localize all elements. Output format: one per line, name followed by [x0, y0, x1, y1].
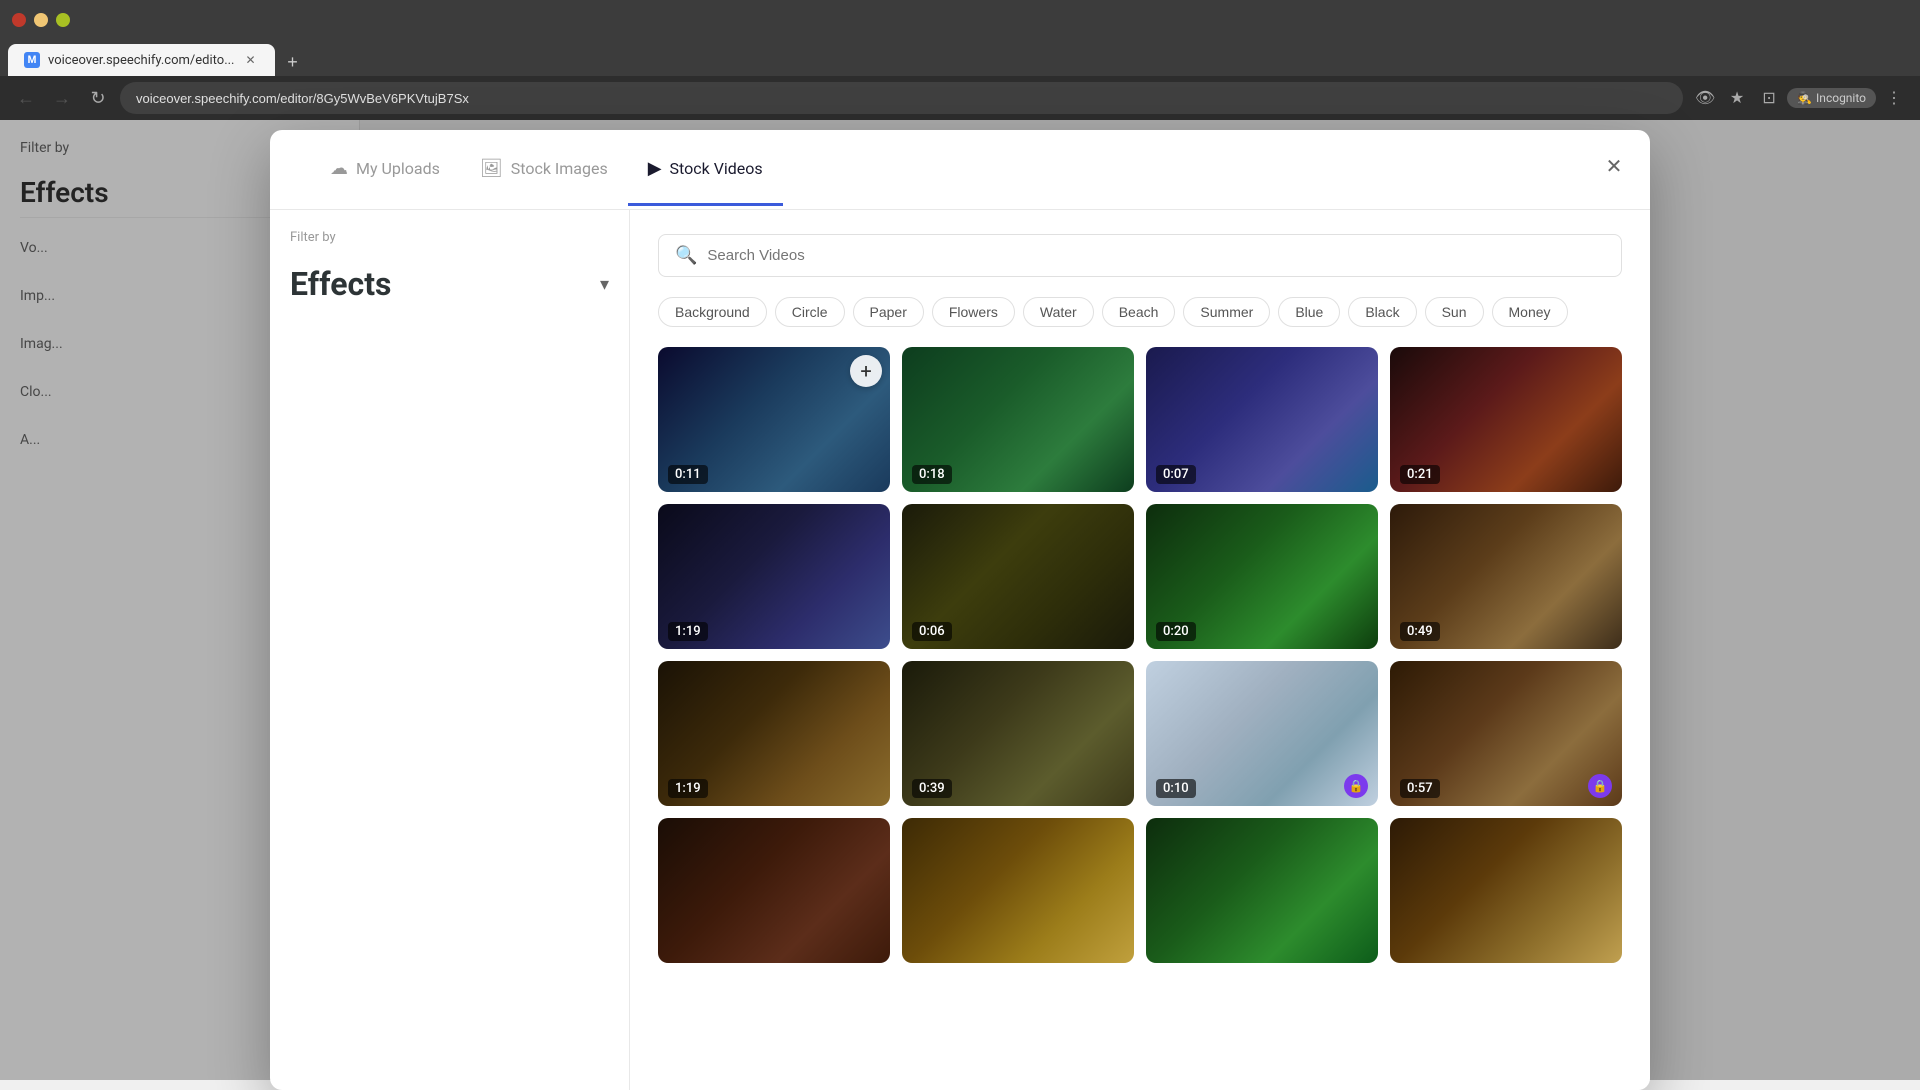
video-grid: + 0:11 0:18 0:07 0:21 [658, 347, 1622, 963]
video-card[interactable]: 0:06 [902, 504, 1134, 649]
search-input[interactable] [707, 247, 1605, 264]
address-input[interactable] [120, 82, 1683, 114]
tag-beach[interactable]: Beach [1102, 297, 1176, 327]
content-area: Filter by Effects ▾ Vo... Imp... Imag...… [0, 120, 1920, 1080]
tag-black[interactable]: Black [1348, 297, 1416, 327]
video-card[interactable]: + 0:11 [658, 347, 890, 492]
video-duration: 1:19 [668, 622, 708, 641]
modal-sidebar: Filter by Effects ▾ [270, 210, 630, 1090]
effects-chevron-icon: ▾ [600, 274, 609, 295]
modal-main: 🔍 Background Circle Paper Flowers Water … [630, 210, 1650, 1090]
address-bar: ← → ↻ 👁 ★ ⊡ 🕵 Incognito ⋮ [0, 76, 1920, 120]
video-card[interactable] [1390, 818, 1622, 963]
refresh-button[interactable]: ↻ [84, 84, 112, 112]
tab-stock-images[interactable]: 🖼 Stock Images [460, 134, 628, 206]
incognito-badge: 🕵 Incognito [1787, 88, 1876, 108]
tag-summer[interactable]: Summer [1183, 297, 1270, 327]
modal-header: ☁ My Uploads 🖼 Stock Images ▶ Stock Vide… [270, 130, 1650, 210]
lock-icon: 🔒 [1344, 774, 1368, 798]
new-tab-button[interactable]: + [279, 48, 307, 76]
video-duration: 0:06 [912, 622, 952, 641]
video-duration: 0:10 [1156, 779, 1196, 798]
images-icon: 🖼 [480, 158, 503, 179]
search-icon: 🔍 [675, 245, 697, 266]
window-controls [12, 13, 70, 27]
tags-row: Background Circle Paper Flowers Water Be… [658, 297, 1622, 327]
effects-row[interactable]: Effects ▾ [290, 261, 609, 307]
video-card[interactable]: 0:49 [1390, 504, 1622, 649]
eye-off-icon[interactable]: 👁 [1691, 84, 1719, 112]
videos-tab-label: Stock Videos [670, 159, 763, 178]
video-card[interactable]: 1:19 [658, 504, 890, 649]
tab-bar: M voiceover.speechify.com/edito... ✕ + [0, 40, 1920, 76]
tab-title: voiceover.speechify.com/edito... [48, 53, 235, 68]
lock-icon: 🔒 [1588, 774, 1612, 798]
video-duration: 0:11 [668, 465, 708, 484]
video-card[interactable]: 0:10 🔒 [1146, 661, 1378, 806]
stock-videos-modal: ☁ My Uploads 🖼 Stock Images ▶ Stock Vide… [270, 130, 1650, 1090]
tab-stock-videos[interactable]: ▶ Stock Videos [628, 134, 783, 206]
video-card[interactable] [1146, 818, 1378, 963]
browser-tab[interactable]: M voiceover.speechify.com/edito... ✕ [8, 44, 275, 76]
video-card[interactable]: 0:57 🔒 [1390, 661, 1622, 806]
tag-water[interactable]: Water [1023, 297, 1094, 327]
video-duration: 0:49 [1400, 622, 1440, 641]
tab-close-button[interactable]: ✕ [243, 52, 259, 68]
modal-overlay: ☁ My Uploads 🖼 Stock Images ▶ Stock Vide… [0, 120, 1920, 1080]
video-duration: 0:18 [912, 465, 952, 484]
search-bar[interactable]: 🔍 [658, 234, 1622, 277]
uploads-tab-label: My Uploads [356, 159, 440, 178]
uploads-icon: ☁ [330, 158, 348, 179]
browser-chrome: M voiceover.speechify.com/edito... ✕ + ←… [0, 0, 1920, 120]
close-window-button[interactable] [12, 13, 26, 27]
video-card[interactable]: 0:39 [902, 661, 1134, 806]
video-card[interactable]: 0:20 [1146, 504, 1378, 649]
tag-flowers[interactable]: Flowers [932, 297, 1015, 327]
video-card[interactable]: 0:21 [1390, 347, 1622, 492]
tab-my-uploads[interactable]: ☁ My Uploads [310, 134, 460, 206]
toolbar-icons: 👁 ★ ⊡ 🕵 Incognito ⋮ [1691, 84, 1908, 112]
effects-row-title: Effects [290, 265, 391, 303]
tag-paper[interactable]: Paper [853, 297, 924, 327]
tag-background[interactable]: Background [658, 297, 767, 327]
video-duration: 0:20 [1156, 622, 1196, 641]
screen-icon[interactable]: ⊡ [1755, 84, 1783, 112]
tag-sun[interactable]: Sun [1425, 297, 1484, 327]
video-duration: 1:19 [668, 779, 708, 798]
videos-icon: ▶ [648, 158, 662, 179]
maximize-window-button[interactable] [56, 13, 70, 27]
bookmark-icon[interactable]: ★ [1723, 84, 1751, 112]
video-duration: 0:57 [1400, 779, 1440, 798]
video-card[interactable]: 0:18 [902, 347, 1134, 492]
video-card[interactable]: 0:07 [1146, 347, 1378, 492]
video-duration: 0:39 [912, 779, 952, 798]
video-duration: 0:21 [1400, 465, 1440, 484]
video-card[interactable] [902, 818, 1134, 963]
video-duration: 0:07 [1156, 465, 1196, 484]
forward-button[interactable]: → [48, 84, 76, 112]
tag-blue[interactable]: Blue [1278, 297, 1340, 327]
images-tab-label: Stock Images [511, 159, 608, 178]
video-card[interactable] [658, 818, 890, 963]
menu-button[interactable]: ⋮ [1880, 84, 1908, 112]
incognito-label: Incognito [1816, 91, 1866, 105]
tag-money[interactable]: Money [1492, 297, 1568, 327]
modal-close-button[interactable]: ✕ [1598, 150, 1630, 182]
modal-body: Filter by Effects ▾ 🔍 Background [270, 210, 1650, 1090]
video-card[interactable]: 1:19 [658, 661, 890, 806]
tag-circle[interactable]: Circle [775, 297, 845, 327]
add-video-button[interactable]: + [850, 355, 882, 387]
minimize-window-button[interactable] [34, 13, 48, 27]
title-bar [0, 0, 1920, 40]
back-button[interactable]: ← [12, 84, 40, 112]
tab-favicon: M [24, 52, 40, 68]
filter-by-label: Filter by [290, 230, 609, 245]
